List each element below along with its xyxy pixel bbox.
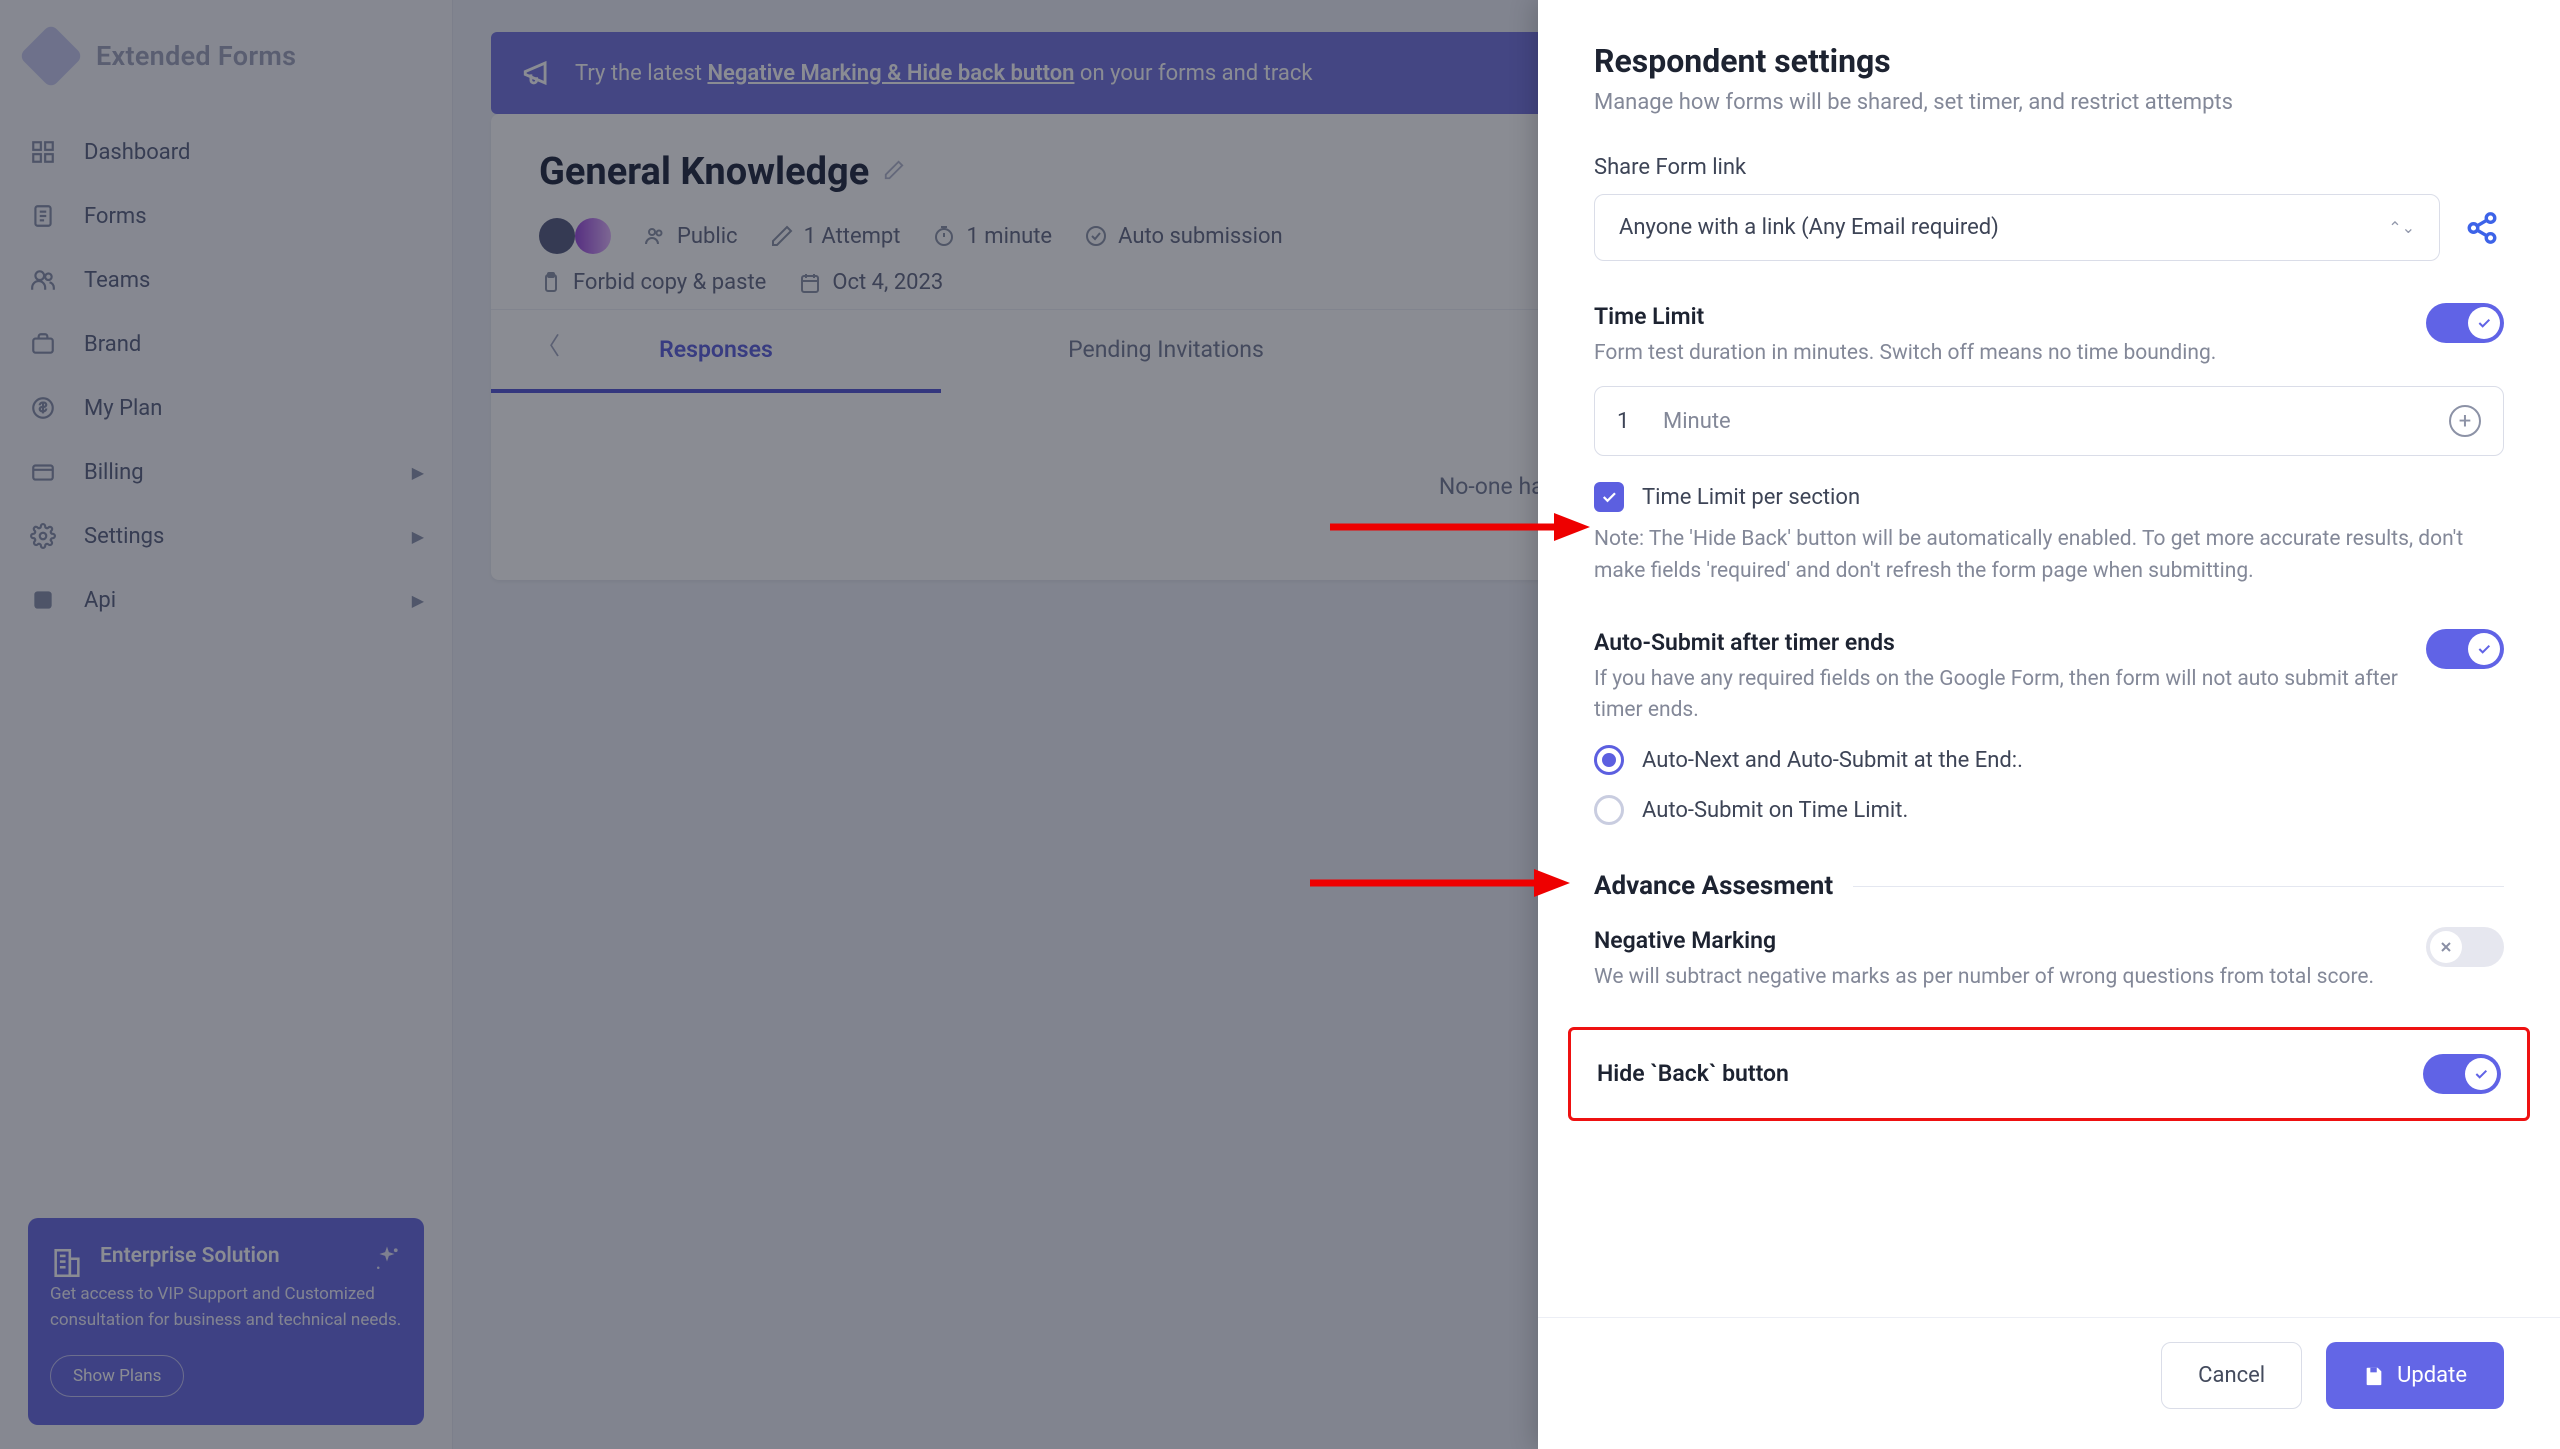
timelimit-unit: Minute bbox=[1663, 409, 1731, 434]
hideback-label: Hide `Back` button bbox=[1597, 1060, 2399, 1087]
negmark-toggle[interactable] bbox=[2426, 927, 2504, 967]
hideback-toggle[interactable] bbox=[2423, 1054, 2501, 1094]
update-button[interactable]: Update bbox=[2326, 1342, 2504, 1409]
hideback-row-highlight: Hide `Back` button bbox=[1568, 1027, 2530, 1121]
radio-autonext[interactable] bbox=[1594, 745, 1624, 775]
save-icon bbox=[2363, 1365, 2385, 1387]
timelimit-label: Time Limit bbox=[1594, 303, 2402, 330]
autosubmit-toggle[interactable] bbox=[2426, 629, 2504, 669]
persection-checkbox[interactable] bbox=[1594, 482, 1624, 512]
share-button[interactable] bbox=[2460, 206, 2504, 250]
cancel-button[interactable]: Cancel bbox=[2161, 1342, 2302, 1409]
negmark-help: We will subtract negative marks as per n… bbox=[1594, 962, 2402, 992]
negmark-label: Negative Marking bbox=[1594, 927, 2402, 954]
timelimit-value: 1 bbox=[1617, 409, 1651, 434]
share-select[interactable]: Anyone with a link (Any Email required) … bbox=[1594, 194, 2440, 261]
share-icon bbox=[2465, 211, 2499, 245]
add-time-button[interactable]: + bbox=[2449, 405, 2481, 437]
settings-panel: Respondent settings Manage how forms wil… bbox=[1538, 0, 2560, 1449]
persection-note: Note: The 'Hide Back' button will be aut… bbox=[1594, 524, 2504, 587]
persection-label: Time Limit per section bbox=[1642, 485, 1860, 510]
radio-autonext-label: Auto-Next and Auto-Submit at the End:. bbox=[1642, 748, 2023, 773]
panel-title: Respondent settings bbox=[1594, 42, 2504, 80]
radio-autosubmit-limit-label: Auto-Submit on Time Limit. bbox=[1642, 798, 1908, 823]
timelimit-help: Form test duration in minutes. Switch of… bbox=[1594, 338, 2402, 368]
autosubmit-help: If you have any required fields on the G… bbox=[1594, 664, 2402, 725]
timelimit-toggle[interactable] bbox=[2426, 303, 2504, 343]
autosubmit-label: Auto-Submit after timer ends bbox=[1594, 629, 2402, 656]
share-label: Share Form link bbox=[1594, 155, 2504, 180]
chevron-updown-icon: ⌃⌄ bbox=[2388, 218, 2415, 237]
timelimit-input[interactable]: 1 Minute + bbox=[1594, 386, 2504, 456]
radio-autosubmit-limit[interactable] bbox=[1594, 795, 1624, 825]
share-value: Anyone with a link (Any Email required) bbox=[1619, 215, 1999, 240]
advanced-title: Advance Assesment bbox=[1594, 871, 1833, 901]
divider bbox=[1853, 886, 2504, 887]
panel-subtitle: Manage how forms will be shared, set tim… bbox=[1594, 90, 2504, 115]
